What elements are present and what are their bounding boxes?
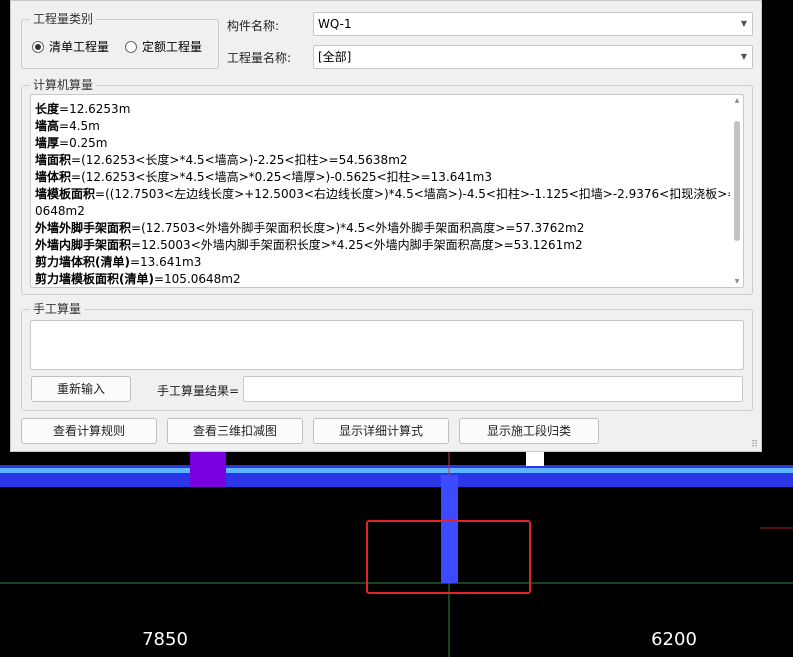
dropdown-arrow-icon: ▼ (740, 19, 747, 28)
calc-line: 墙面积=(12.6253<长度>*4.5<墙高>)-2.25<扣柱>=54.56… (35, 152, 730, 169)
quantity-name-value: [全部] (318, 50, 352, 64)
calc-line: 墙模板面积=((12.7503<左边线长度>+12.5003<右边线长度>)*4… (35, 186, 730, 203)
quantity-name-select[interactable]: [全部] ▼ (313, 45, 753, 69)
calc-line: 墙体积=(12.6253<长度>*4.5<墙高>*0.25<墙厚>)-0.562… (35, 169, 730, 186)
manual-result-input[interactable] (243, 376, 743, 402)
computer-calc-title: 计算机算量 (30, 78, 97, 93)
computer-calc-group: 计算机算量 长度=12.6253m 墙高=4.5m 墙厚=0.25m 墙面积=(12.… (21, 78, 753, 295)
calc-line-expr: =0.25m (59, 136, 108, 150)
radio-dot-icon (32, 40, 44, 53)
dimension-right: 6200 (651, 629, 697, 650)
manual-calc-textbox[interactable] (30, 320, 744, 370)
manual-result-label: 手工算量结果= (157, 384, 240, 398)
resize-grip-icon[interactable]: ⠿ (751, 440, 758, 450)
calc-line-expr: =(12.6253<长度>*4.5<墙高>*0.25<墙厚>)-0.5625<扣… (71, 170, 492, 184)
radio-bill-label: 清单工程量 (49, 40, 110, 54)
vertical-scrollbar[interactable]: ▲ ▼ (733, 97, 741, 285)
dropdown-arrow-icon: ▼ (740, 52, 747, 61)
calc-line-name: 墙体积 (35, 170, 72, 184)
calc-line-name: 长度 (35, 102, 60, 116)
calc-line: 0648m2 (35, 203, 730, 220)
calc-line-expr: =13.641m3 (129, 255, 202, 269)
calc-line: 墙高=4.5m (35, 118, 730, 135)
calc-line-expr: =((12.7503<左边线长度>+12.5003<右边线长度>)*4.5<墙高… (95, 187, 730, 201)
radio-quota-label: 定额工程量 (142, 40, 203, 54)
calc-lines: 长度=12.6253m 墙高=4.5m 墙厚=0.25m 墙面积=(12.6253<长… (35, 101, 730, 287)
calc-line-expr: =12.5003<外墙内脚手架面积长度>*4.25<外墙内脚手架面积高度>=53… (131, 238, 583, 252)
radio-dot-icon (125, 40, 137, 53)
manual-calc-group: 手工算量 重新输入 手工算量结果= (21, 302, 753, 411)
manual-calc-title: 手工算量 (30, 302, 85, 317)
calc-line-expr: =4.5m (59, 119, 100, 133)
component-name-select[interactable]: WQ-1 ▼ (313, 12, 753, 36)
radio-quota-quantity[interactable]: 定额工程量 (125, 38, 202, 55)
calc-line-expr: =(12.6253<长度>*4.5<墙高>)-2.25<扣柱>=54.5638m… (71, 153, 408, 167)
calc-line-name: 墙高 (35, 119, 60, 133)
calc-line-name: 外墙外脚手架面积 (35, 221, 132, 235)
dimension-left: 7850 (142, 629, 188, 650)
component-name-value: WQ-1 (318, 17, 352, 31)
scroll-up-icon[interactable]: ▲ (733, 97, 741, 104)
calc-line-expr: =105.0648m2 (153, 272, 241, 286)
calc-line: 外墙内脚手架面积=12.5003<外墙内脚手架面积长度>*4.25<外墙内脚手架… (35, 237, 730, 254)
view-3d-button[interactable]: 查看三维扣减图 (167, 418, 303, 444)
selected-wall (441, 475, 458, 583)
calc-line: 长度=12.6253m (35, 101, 730, 118)
scroll-down-icon[interactable]: ▼ (733, 278, 741, 285)
computer-calc-textbox[interactable]: 长度=12.6253m 墙高=4.5m 墙厚=0.25m 墙面积=(12.6253<长… (30, 94, 744, 288)
calc-line-name: 外墙内脚手架面积 (35, 238, 132, 252)
component-name-label: 构件名称: (227, 19, 280, 33)
calc-line: 剪力墙模板面积(清单)=105.0648m2 (35, 271, 730, 287)
calc-line-expr: =12.6253m (59, 102, 131, 116)
white-marker (526, 452, 544, 466)
calc-line-name: 墙厚 (35, 136, 60, 150)
calc-line-expr: =(12.7503<外墙外脚手架面积长度>)*4.5<外墙外脚手架面积高度>=5… (131, 221, 585, 235)
column-purple (190, 452, 226, 487)
calc-line: 外墙外脚手架面积=(12.7503<外墙外脚手架面积长度>)*4.5<外墙外脚手… (35, 220, 730, 237)
calc-line: 墙厚=0.25m (35, 135, 730, 152)
view-rules-button[interactable]: 查看计算规则 (21, 418, 157, 444)
quantity-dialog: 工程量类别 清单工程量 定额工程量 构件名称: WQ-1 ▼ 工程量名称: [全… (10, 0, 762, 452)
calc-line-name: 剪力墙体积(清单) (35, 255, 130, 269)
calc-line-expr: 0648m2 (35, 204, 85, 218)
quantity-name-label: 工程量名称: (227, 51, 292, 65)
show-formula-button[interactable]: 显示详细计算式 (313, 418, 449, 444)
calc-line-name: 墙面积 (35, 153, 72, 167)
category-group-title: 工程量类别 (30, 12, 97, 27)
calc-line: 剪力墙体积(清单)=13.641m3 (35, 254, 730, 271)
show-stage-button[interactable]: 显示施工段归类 (459, 418, 599, 444)
reenter-button[interactable]: 重新输入 (31, 376, 131, 402)
calc-line-name: 墙模板面积 (35, 187, 96, 201)
scroll-thumb[interactable] (734, 121, 740, 241)
calc-line-name: 剪力墙模板面积(清单) (35, 272, 154, 286)
category-group: 工程量类别 清单工程量 定额工程量 (21, 12, 219, 69)
radio-bill-quantity[interactable]: 清单工程量 (32, 38, 109, 55)
